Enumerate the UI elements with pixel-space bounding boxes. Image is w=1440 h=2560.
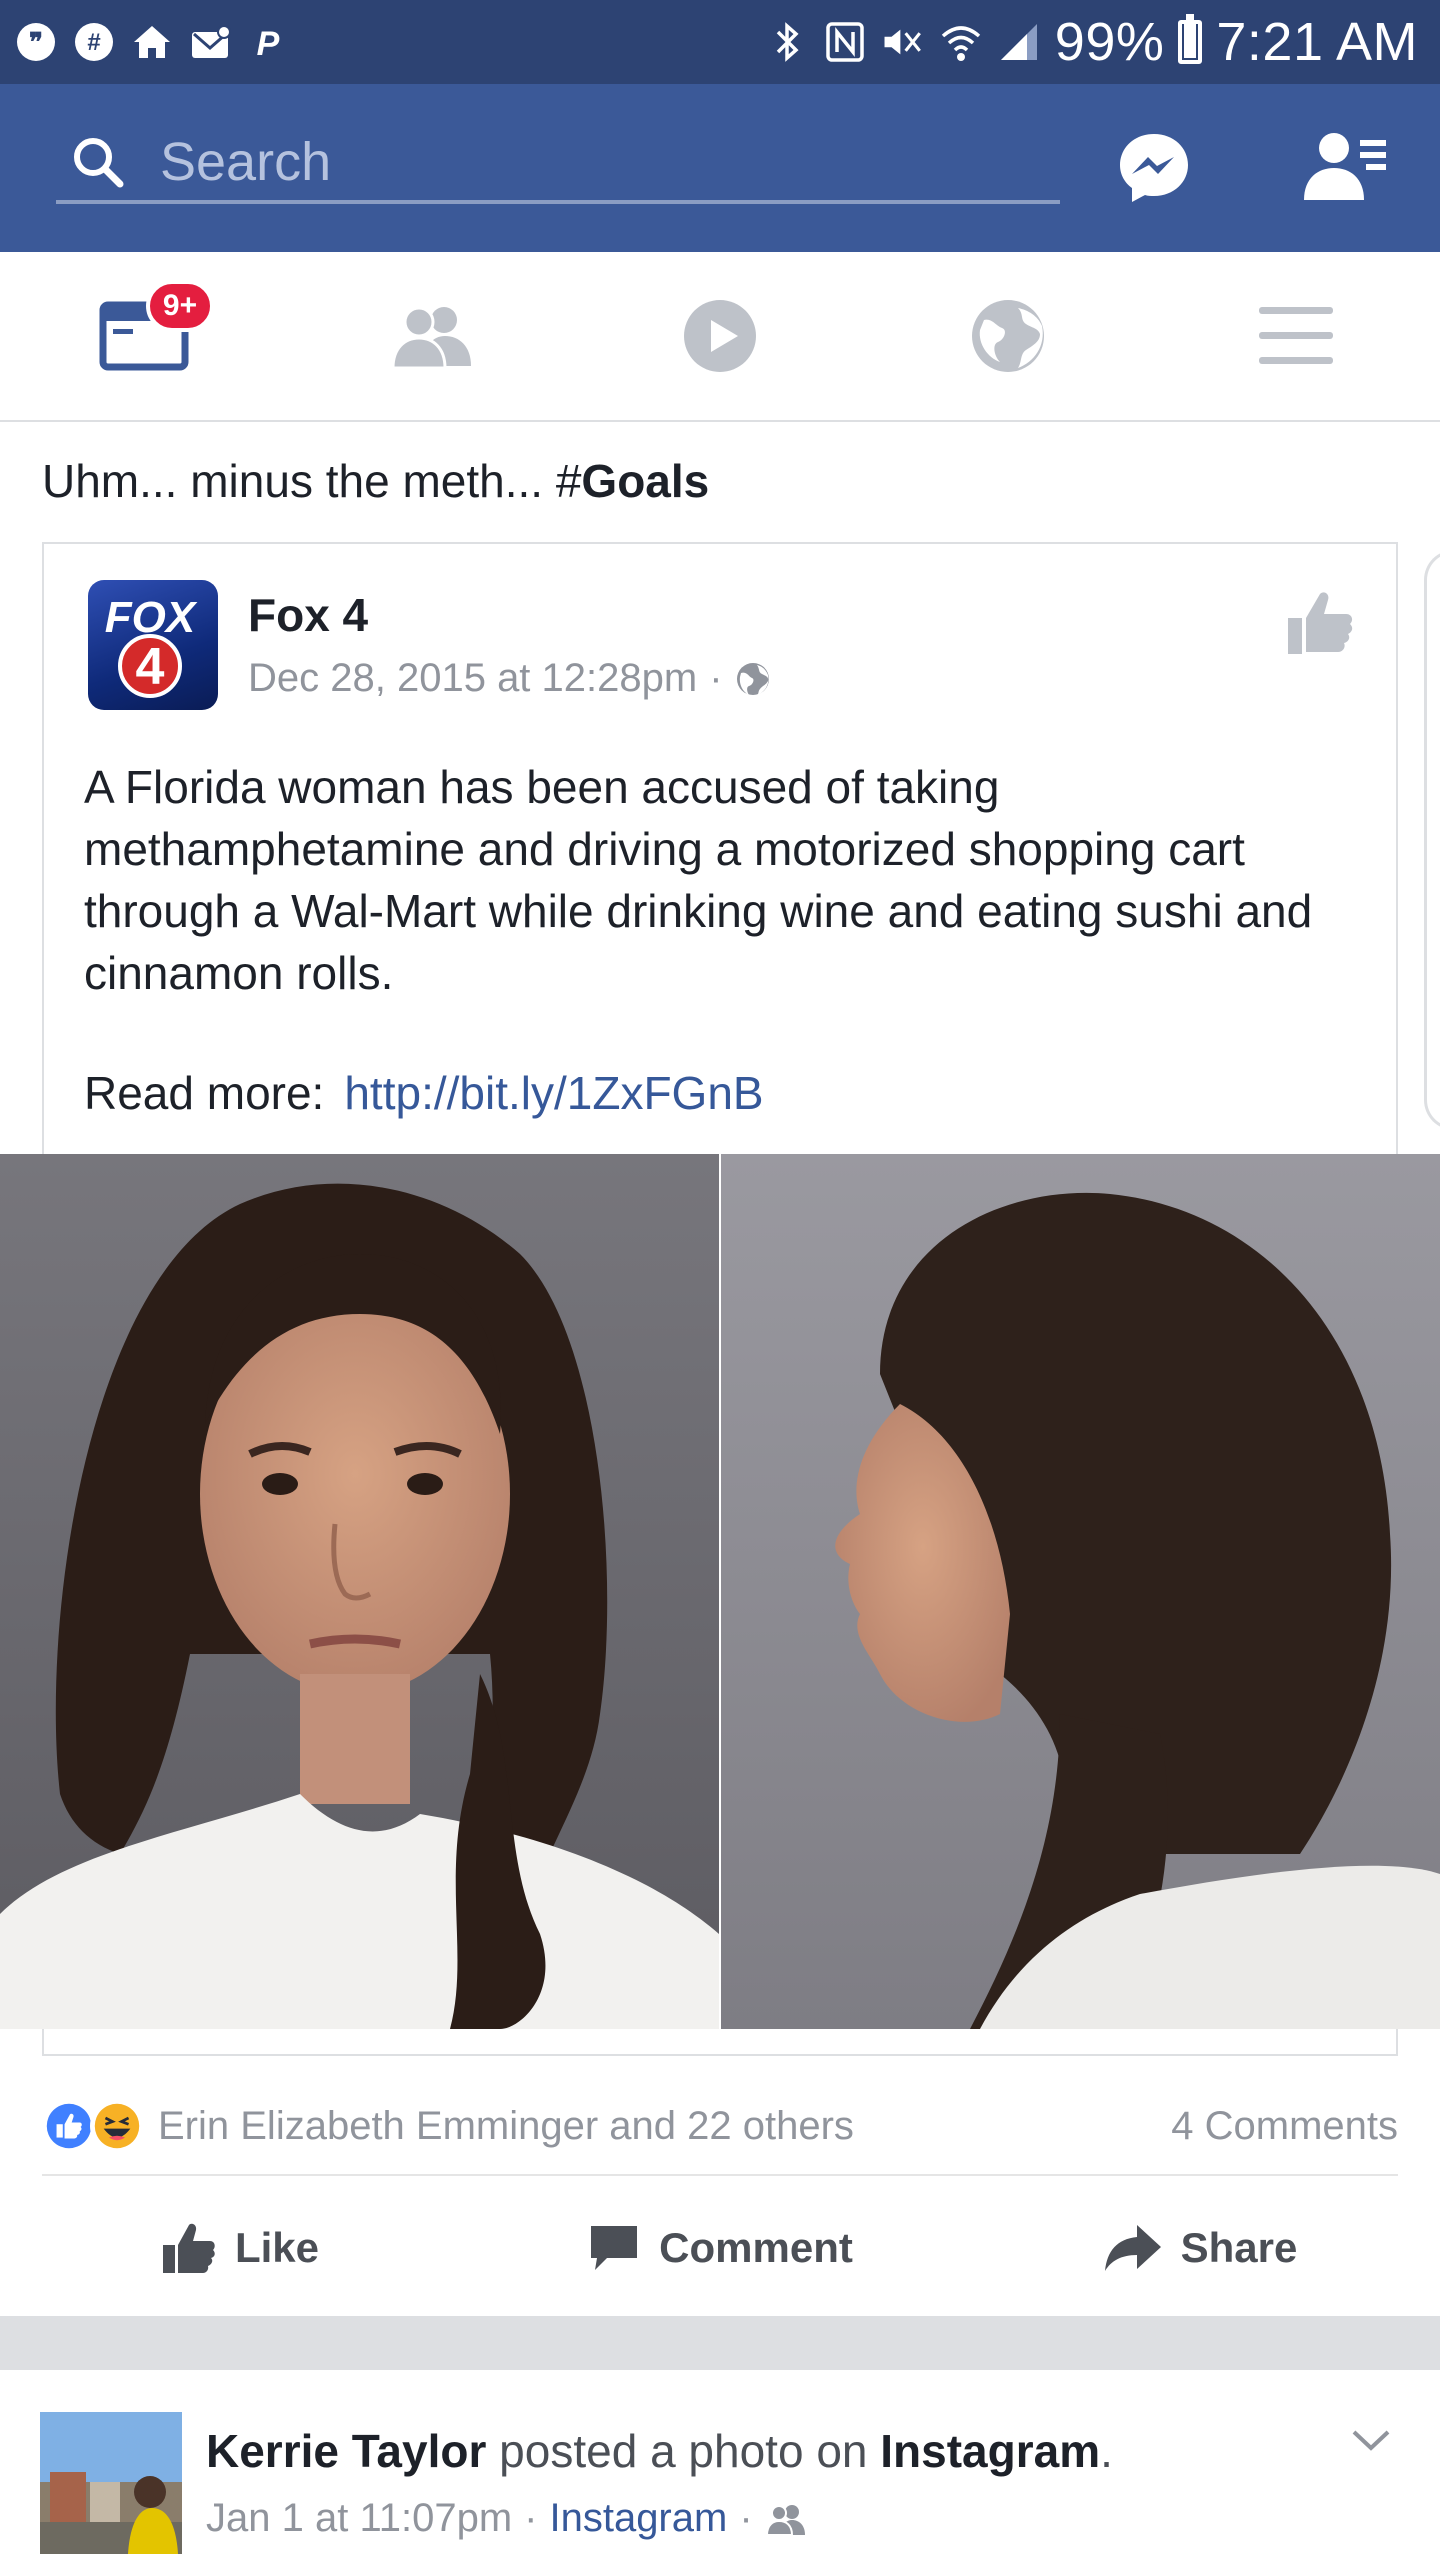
comment-icon	[591, 2226, 638, 2270]
comment-button[interactable]: Comment	[480, 2180, 960, 2316]
author-avatar[interactable]	[40, 2412, 182, 2554]
tab-friends[interactable]	[288, 252, 576, 420]
tab-bar: 9+	[0, 252, 1440, 422]
next-card-edge	[1424, 550, 1440, 1130]
top-search-bar	[0, 84, 1440, 252]
svg-text:#: #	[87, 29, 100, 56]
mail-notification-icon	[188, 20, 232, 64]
battery-percent: 99%	[1054, 12, 1165, 72]
reactions-summary[interactable]: Erin Elizabeth Emminger and 22 others	[158, 2104, 854, 2149]
like-icon	[162, 2223, 215, 2273]
search-field[interactable]	[56, 124, 1060, 204]
next-post-header: Kerrie Taylor posted a photo on Instagra…	[206, 2424, 1113, 2478]
hashtag-link[interactable]: Goals	[581, 455, 709, 507]
next-post-source[interactable]: Instagram	[549, 2496, 727, 2541]
mugshot-photo[interactable]	[0, 1154, 1440, 2029]
like-reaction-icon	[42, 2099, 96, 2153]
svg-text:P: P	[257, 25, 280, 62]
search-input[interactable]	[160, 131, 980, 193]
slack-notification-icon: #	[72, 20, 116, 64]
system-status: 99% 7:21 AM	[765, 11, 1440, 73]
play-icon	[684, 300, 756, 372]
next-meta-separator-2: ·	[739, 2496, 753, 2540]
thumbs-up-icon	[1288, 592, 1353, 654]
reactions-row[interactable]: Erin Elizabeth Emminger and 22 others 4 …	[42, 2078, 1398, 2176]
chevron-down-icon	[1352, 2430, 1390, 2451]
logo-text-four: 4	[136, 638, 165, 696]
next-post-timestamp[interactable]: Jan 1 at 11:07pm	[206, 2496, 512, 2541]
share-icon	[1104, 2225, 1161, 2271]
haha-reaction-icon	[90, 2099, 144, 2153]
read-more: Read more: http://bit.ly/1ZxFGnB	[84, 1066, 764, 1120]
quote-notification-icon: ❞	[14, 20, 58, 64]
notification-badge: 9+	[146, 280, 214, 332]
comment-label: Comment	[659, 2224, 853, 2271]
nfc-icon	[823, 20, 867, 64]
globe-icon	[972, 300, 1044, 372]
tab-menu[interactable]	[1152, 252, 1440, 420]
friends-audience-icon	[765, 2504, 805, 2535]
messenger-icon	[1120, 134, 1188, 202]
notification-icons: ❞ # P	[0, 20, 290, 64]
paypal-notification-icon: P	[246, 20, 290, 64]
platform-link[interactable]: Instagram	[880, 2425, 1100, 2477]
clock: 7:21 AM	[1216, 12, 1418, 72]
comments-count[interactable]: 4 Comments	[1171, 2104, 1398, 2149]
tab-news-feed[interactable]: 9+	[0, 252, 288, 420]
post-actions: Like Comment Share	[0, 2180, 1440, 2316]
public-globe-icon	[736, 662, 769, 695]
feed-separator	[0, 2316, 1440, 2370]
next-post-meta: Jan 1 at 11:07pm · Instagram ·	[206, 2496, 807, 2541]
mute-icon	[881, 20, 925, 64]
next-meta-separator: ·	[524, 2496, 538, 2540]
wifi-icon	[939, 20, 983, 64]
page-name[interactable]: Fox 4	[248, 588, 368, 642]
svg-text:❞: ❞	[29, 27, 43, 57]
post-caption: Uhm... minus the meth... #Goals	[42, 454, 709, 508]
tab-notifications[interactable]	[864, 252, 1152, 420]
like-page-button[interactable]	[1284, 586, 1356, 658]
header-period: .	[1100, 2425, 1113, 2477]
meta-separator: ·	[709, 656, 723, 700]
messenger-button[interactable]	[1116, 130, 1192, 206]
author-name[interactable]: Kerrie Taylor	[206, 2425, 486, 2477]
post-meta: Dec 28, 2015 at 12:28pm ·	[248, 656, 771, 701]
like-button[interactable]: Like	[0, 2180, 480, 2316]
friends-icon	[391, 306, 471, 368]
share-button[interactable]: Share	[960, 2180, 1440, 2316]
bluetooth-icon	[765, 20, 809, 64]
post-options-button[interactable]	[1346, 2416, 1396, 2466]
friend-requests-icon	[1304, 133, 1386, 200]
read-more-link[interactable]: http://bit.ly/1ZxFGnB	[344, 1067, 763, 1119]
status-bar: ❞ # P 99% 7:21 AM	[0, 0, 1440, 84]
battery-icon	[1178, 14, 1203, 64]
caption-text: Uhm... minus the meth... #	[42, 455, 582, 507]
friend-requests-button[interactable]	[1300, 128, 1388, 208]
post-action-text: posted a photo on	[499, 2425, 868, 2477]
search-icon	[74, 138, 124, 188]
signal-icon	[997, 20, 1041, 64]
fox4-logo[interactable]: FOX 4	[88, 580, 218, 710]
read-more-label: Read more:	[84, 1067, 325, 1119]
post-timestamp[interactable]: Dec 28, 2015 at 12:28pm	[248, 656, 697, 701]
menu-icon	[1259, 307, 1333, 364]
share-label: Share	[1180, 2224, 1298, 2271]
tab-video[interactable]	[576, 252, 864, 420]
home-notification-icon	[130, 20, 174, 64]
like-label: Like	[234, 2224, 320, 2271]
shared-post-body: A Florida woman has been accused of taki…	[84, 761, 1313, 999]
